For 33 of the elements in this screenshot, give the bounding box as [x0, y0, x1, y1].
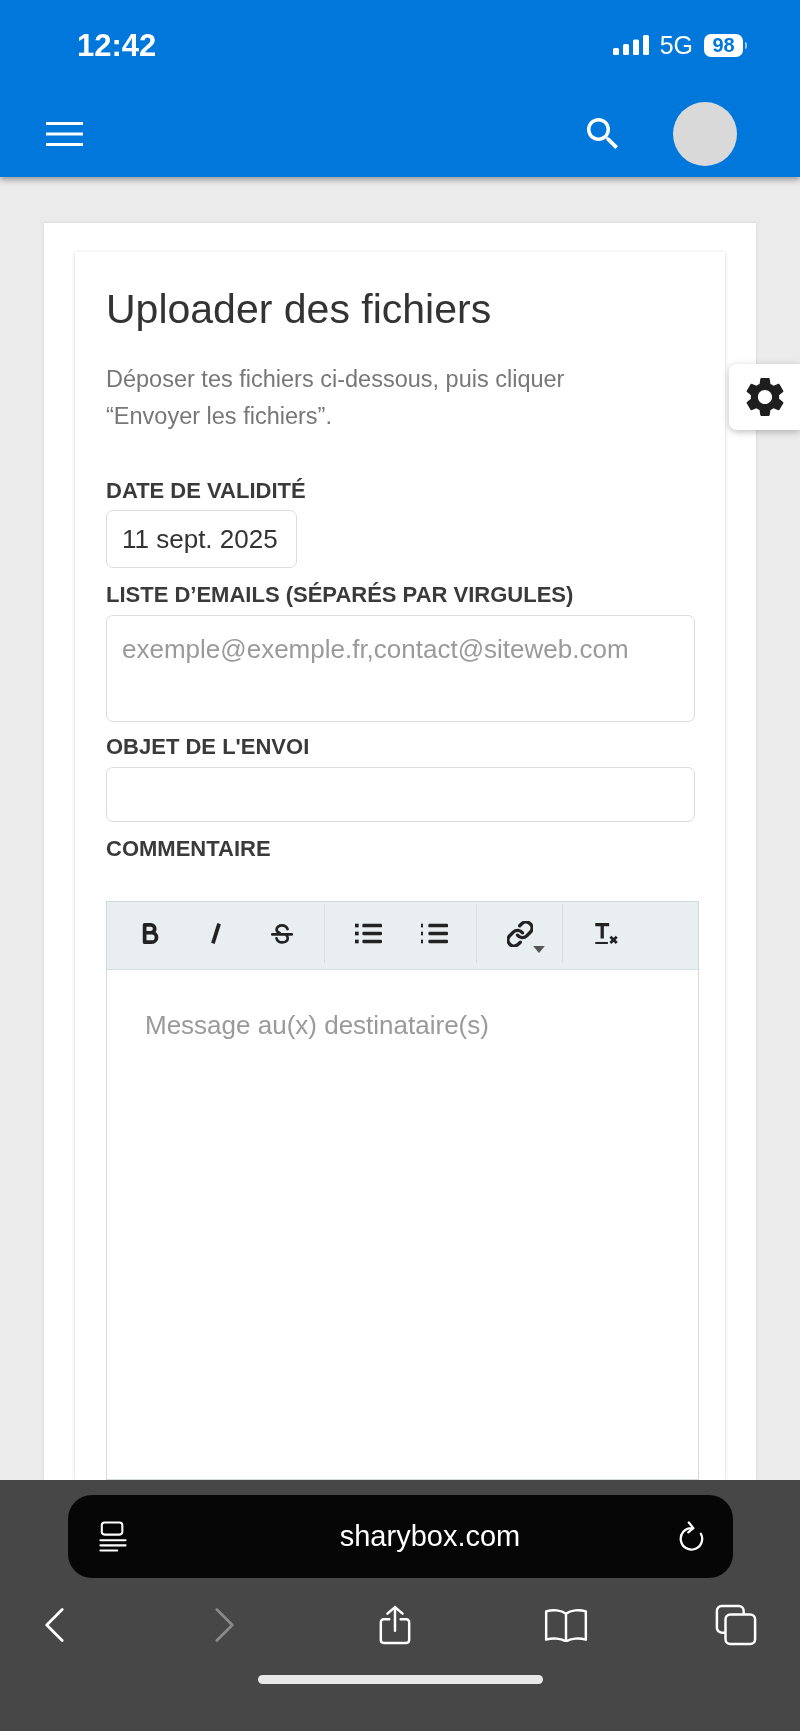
network-type: 5G	[659, 30, 693, 60]
menu-icon	[46, 121, 83, 146]
address-bar[interactable]: sharybox.com	[68, 1495, 733, 1578]
reload-icon	[678, 1521, 706, 1552]
field-label: DATE DE VALIDITÉ	[106, 478, 307, 504]
settings-button[interactable]	[729, 364, 800, 430]
strikethrough-icon	[271, 922, 293, 945]
field-label: COMMENTAIRE	[106, 836, 272, 862]
menu-button[interactable]	[46, 121, 83, 146]
italic-icon	[211, 923, 221, 944]
field-label: LISTE D’EMAILS (SÉPARÉS PAR VIRGULES)	[106, 582, 575, 608]
search-button[interactable]	[587, 118, 618, 149]
caret-icon	[533, 945, 545, 953]
clear-format-icon	[594, 922, 618, 945]
message-field[interactable]: Message au(x) destinataire(s)	[106, 970, 699, 1480]
page-title: Uploader des fichiers	[106, 285, 493, 333]
reader-icon	[99, 1521, 127, 1552]
reader-button[interactable]	[99, 1521, 127, 1552]
bold-icon	[141, 923, 159, 944]
status-time: 12:42	[77, 27, 157, 64]
field-label: OBJET DE L'ENVOI	[106, 734, 311, 760]
page-description: Déposer tes fichiers ci-dessous, puis cliquer “Envoyer les fichiers”.	[106, 365, 566, 431]
search-icon	[587, 118, 618, 149]
email-field[interactable]: exemple@exemple.fr,contact@siteweb.com	[106, 615, 695, 722]
url-text: sharybox.com	[338, 1520, 522, 1553]
date-field[interactable]: 11 sept. 2025	[106, 510, 297, 568]
signal-icon	[612, 35, 649, 55]
link-icon	[507, 920, 533, 947]
bullet-list-icon	[354, 923, 382, 944]
subject-field[interactable]	[106, 767, 695, 822]
settings-icon	[745, 378, 784, 416]
reload-button[interactable]	[678, 1521, 706, 1552]
numbered-list-icon	[420, 923, 448, 944]
